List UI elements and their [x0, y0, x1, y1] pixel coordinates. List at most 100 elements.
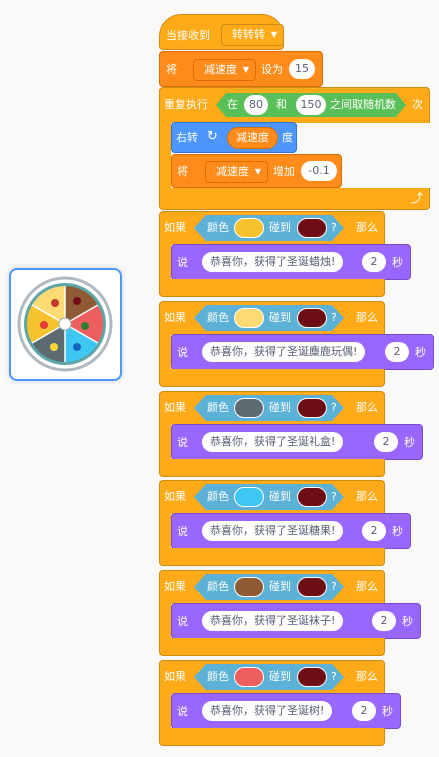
- if-block-bottom: [159, 459, 385, 477]
- repeat-left-arm: [159, 122, 171, 189]
- color-swatch-1[interactable]: [234, 398, 264, 418]
- say-message-input[interactable]: 恭喜你，获得了圣诞袜子!: [202, 611, 344, 631]
- color-label: 颜色: [207, 311, 229, 324]
- if-label: 如果: [164, 670, 186, 683]
- change-variable-block[interactable]: 将 减速度 ▼ 增加 -0.1: [171, 154, 342, 188]
- color-swatch-1[interactable]: [234, 308, 264, 328]
- speed-reporter[interactable]: 减速度: [227, 127, 278, 149]
- message-dropdown[interactable]: 转转转 ▼: [221, 24, 284, 46]
- color-swatch-1[interactable]: [234, 487, 264, 507]
- touching-color-block[interactable]: 颜色 碰到?: [194, 395, 344, 421]
- chevron-down-icon: ▼: [254, 167, 261, 176]
- if-label: 如果: [164, 221, 186, 234]
- say-seconds-input[interactable]: 2: [362, 252, 386, 272]
- touch-label: 碰到: [269, 311, 291, 324]
- say-block[interactable]: 说 恭喜你，获得了圣诞麋鹿玩偶! 2 秒: [171, 334, 434, 370]
- wheel-icon: [17, 276, 113, 372]
- loop-arrow-icon: ⤴: [410, 191, 423, 205]
- if-left-arm: [159, 244, 171, 280]
- seconds-label: 秒: [382, 705, 393, 718]
- color-label: 颜色: [207, 401, 229, 414]
- say-label: 说: [177, 705, 188, 718]
- sprite-thumbnail[interactable]: [9, 268, 122, 381]
- if-label: 如果: [164, 401, 186, 414]
- say-label: 说: [177, 615, 188, 628]
- color-swatch-1[interactable]: [234, 218, 264, 238]
- say-message-input[interactable]: 恭喜你，获得了圣诞礼盒!: [202, 432, 344, 452]
- touch-label: 碰到: [269, 580, 291, 593]
- then-label: 那么: [356, 580, 378, 593]
- change-value-input[interactable]: -0.1: [301, 161, 337, 181]
- touch-label: 碰到: [269, 490, 291, 503]
- say-seconds-input[interactable]: 2: [385, 342, 409, 362]
- random-block[interactable]: 在 80 和 150 之间取随机数: [216, 93, 406, 117]
- change-mid-label: 增加: [273, 165, 295, 178]
- touching-color-block[interactable]: 颜色 碰到?: [194, 574, 344, 600]
- say-label: 说: [177, 346, 188, 359]
- if-label: 如果: [164, 580, 186, 593]
- random-and-label: 和: [276, 98, 287, 111]
- random-min-input[interactable]: 80: [244, 95, 268, 115]
- say-message-input[interactable]: 恭喜你，获得了圣诞麋鹿玩偶!: [202, 342, 366, 362]
- color-label: 颜色: [207, 221, 229, 234]
- if-left-arm: [159, 693, 171, 729]
- random-max-input[interactable]: 150: [296, 95, 326, 115]
- question-mark: ?: [331, 221, 337, 234]
- set-value-input[interactable]: 15: [289, 59, 315, 79]
- if-label: 如果: [164, 490, 186, 503]
- say-block[interactable]: 说 恭喜你，获得了圣诞礼盒! 2 秒: [171, 424, 423, 460]
- say-message-input[interactable]: 恭喜你，获得了圣诞树!: [202, 701, 333, 721]
- set-variable-block[interactable]: 将 减速度 ▼ 设为 15: [159, 51, 323, 87]
- turn-right-block[interactable]: 右转 ↻ 减速度 度: [171, 122, 297, 153]
- color-swatch-2[interactable]: [297, 487, 327, 507]
- color-swatch-2[interactable]: [297, 667, 327, 687]
- say-seconds-input[interactable]: 2: [362, 521, 386, 541]
- say-block[interactable]: 说 恭喜你，获得了圣诞袜子! 2 秒: [171, 603, 421, 639]
- color-swatch-1[interactable]: [234, 577, 264, 597]
- when-receive-label: 当接收到: [166, 29, 210, 42]
- if-left-arm: [159, 513, 171, 549]
- say-message-input[interactable]: 恭喜你，获得了圣诞蜡烛!: [202, 252, 344, 272]
- if-label: 如果: [164, 311, 186, 324]
- repeat-label: 重复执行: [164, 98, 208, 111]
- touching-color-block[interactable]: 颜色 碰到?: [194, 484, 344, 510]
- say-label: 说: [177, 436, 188, 449]
- if-block[interactable]: 如果 颜色 碰到? 那么: [159, 211, 385, 245]
- if-block-bottom: [159, 548, 385, 566]
- question-mark: ?: [331, 311, 337, 324]
- color-label: 颜色: [207, 490, 229, 503]
- if-block[interactable]: 如果 颜色 碰到? 那么: [159, 480, 385, 514]
- message-value: 转转转: [232, 28, 265, 41]
- set-variable-dropdown[interactable]: 减速度 ▼: [193, 59, 256, 81]
- color-swatch-1[interactable]: [234, 667, 264, 687]
- say-block[interactable]: 说 恭喜你，获得了圣诞蜡烛! 2 秒: [171, 244, 411, 280]
- touching-color-block[interactable]: 颜色 碰到?: [194, 305, 344, 331]
- set-variable-value: 减速度: [204, 63, 237, 76]
- say-seconds-input[interactable]: 2: [372, 611, 396, 631]
- random-rest-label: 之间取随机数: [330, 98, 396, 111]
- say-seconds-input[interactable]: 2: [374, 432, 398, 452]
- if-block[interactable]: 如果 颜色 碰到? 那么: [159, 570, 385, 604]
- touching-color-block[interactable]: 颜色 碰到?: [194, 664, 344, 690]
- then-label: 那么: [356, 490, 378, 503]
- if-block[interactable]: 如果 颜色 碰到? 那么: [159, 660, 385, 694]
- color-swatch-2[interactable]: [297, 308, 327, 328]
- repeat-block[interactable]: 重复执行 在 80 和 150 之间取随机数 次: [159, 87, 430, 123]
- change-variable-dropdown[interactable]: 减速度 ▼: [205, 161, 268, 183]
- if-block[interactable]: 如果 颜色 碰到? 那么: [159, 391, 385, 425]
- color-swatch-2[interactable]: [297, 577, 327, 597]
- color-swatch-2[interactable]: [297, 398, 327, 418]
- chevron-down-icon: ▼: [270, 30, 277, 39]
- say-seconds-input[interactable]: 2: [352, 701, 376, 721]
- say-message-input[interactable]: 恭喜你，获得了圣诞糖果!: [202, 521, 344, 541]
- then-label: 那么: [356, 221, 378, 234]
- when-receive-block[interactable]: 当接收到 转转转 ▼: [159, 14, 284, 50]
- touching-color-block[interactable]: 颜色 碰到?: [194, 215, 344, 241]
- seconds-label: 秒: [415, 346, 426, 359]
- color-swatch-2[interactable]: [297, 218, 327, 238]
- touch-label: 碰到: [269, 670, 291, 683]
- if-block-bottom: [159, 279, 385, 297]
- say-block[interactable]: 说 恭喜你，获得了圣诞糖果! 2 秒: [171, 513, 411, 549]
- if-block[interactable]: 如果 颜色 碰到? 那么: [159, 301, 385, 335]
- say-block[interactable]: 说 恭喜你，获得了圣诞树! 2 秒: [171, 693, 401, 729]
